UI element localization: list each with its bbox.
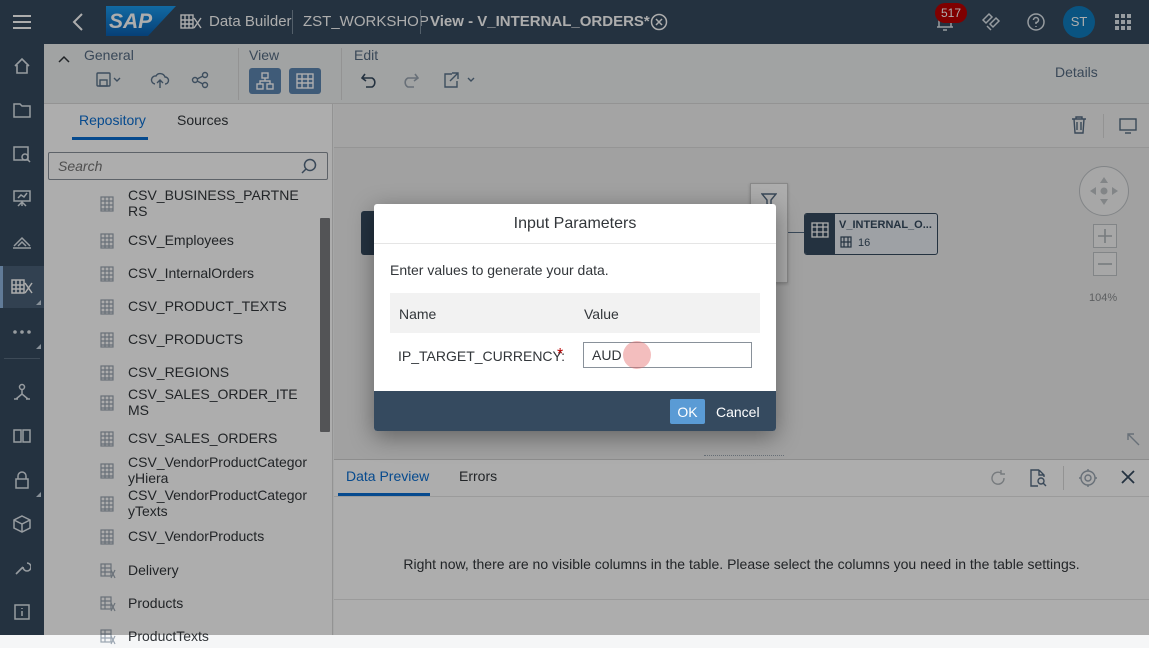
parameter-value-input[interactable] — [583, 342, 752, 368]
required-indicator: * — [557, 346, 564, 363]
cancel-button[interactable]: Cancel — [716, 399, 760, 424]
column-value-header: Value — [584, 306, 619, 322]
ok-button[interactable]: OK — [670, 399, 705, 424]
parameter-name: IP_TARGET_CURRENCY: — [398, 348, 565, 364]
column-name-header: Name — [399, 306, 437, 322]
click-indicator — [623, 341, 651, 369]
dialog-title: Input Parameters — [374, 204, 776, 244]
dialog-footer: OK Cancel — [374, 391, 776, 431]
input-parameters-dialog: Input Parameters Enter values to generat… — [374, 204, 776, 431]
parameter-table-header: Name Value — [390, 293, 760, 333]
dialog-intro: Enter values to generate your data. — [390, 262, 609, 278]
